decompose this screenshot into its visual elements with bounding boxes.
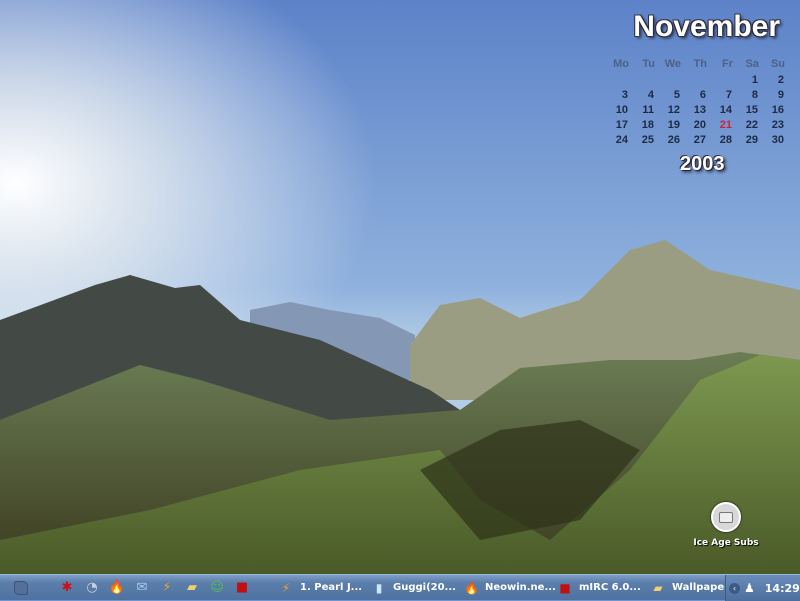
calendar-day: 20 (693, 118, 706, 131)
outlook-icon[interactable]: ✉ (132, 578, 152, 598)
calendar-day: 18 (641, 118, 654, 131)
taskbar-button-label: Guggi(20... (393, 582, 456, 593)
calendar-day (658, 72, 684, 87)
taskbar-button-label: 1. Pearl J... (300, 582, 363, 593)
calendar-day: 16 (771, 103, 784, 116)
calendar-day: 8 (751, 88, 758, 101)
chevron-left-icon[interactable]: ‹ (729, 582, 740, 594)
calendar-day: 4 (647, 88, 654, 101)
weekday-header: Th (693, 58, 707, 70)
msn-icon[interactable]: ☺ (207, 578, 227, 598)
weekday-header: Fr (722, 58, 733, 70)
calendar-week: 10 11 12 13 14 15 16 (606, 102, 788, 117)
calendar-day: 1 (751, 73, 758, 86)
weekday-header: Su (770, 58, 785, 70)
calendar-day: 28 (719, 133, 732, 146)
calendar-day: 12 (667, 103, 680, 116)
mirc-icon[interactable]: ■ (232, 578, 252, 598)
calendar-day (632, 72, 658, 87)
calendar-day: 10 (615, 103, 628, 116)
calendar-day: 27 (693, 133, 706, 146)
calendar-week: 12 (606, 72, 788, 87)
calendar-day: 29 (745, 133, 758, 146)
calendar-day (684, 72, 710, 87)
taskbar-button-label: Neowin.ne... (484, 582, 556, 593)
document-icon: ▮ (375, 580, 383, 595)
folder-icon: ▰ (653, 580, 663, 595)
taskbar-windows: ⚡ 1. Pearl J... ▮ Guggi(20... 🔥 Neowin.ne... ■… (270, 577, 740, 599)
calendar-day: 13 (693, 103, 706, 116)
taskbar-button-label: mIRC 6.0... (579, 582, 641, 593)
calendar-week: 17 18 19 20 21 22 23 (606, 117, 788, 132)
clock[interactable]: 14:29 (765, 582, 800, 595)
splat-icon[interactable]: ✱ (57, 578, 77, 598)
quick-launch: ✱ ◔ 🔥 ✉ ⚡ ▰ ☺ ■ (52, 578, 252, 598)
system-tray: ‹ ♟ 14:29 (725, 575, 800, 601)
calendar-widget: November Mo Tu We Th Fr Sa Su 1 2 3 4 5 6 7 8 9 10 11 12 1… (600, 0, 800, 190)
calendar-day: 24 (615, 133, 628, 146)
calendar-day (606, 72, 632, 87)
calendar-day: 26 (667, 133, 680, 146)
calendar-year: 2003 (680, 153, 725, 175)
calendar-day: 23 (771, 118, 784, 131)
network-user-icon[interactable]: ♟ (744, 581, 755, 595)
calendar-day: 30 (771, 133, 784, 146)
firefox-icon: 🔥 (464, 580, 479, 595)
calendar-day: 3 (621, 88, 628, 101)
calendar-day: 14 (719, 103, 732, 116)
calendar-day: 25 (641, 133, 654, 146)
calendar-week: 3 4 5 6 7 8 9 (606, 87, 788, 102)
weekday-header: We (664, 58, 681, 70)
calendar-day (710, 72, 736, 87)
taskbar-button-label: Wallpaper (672, 582, 730, 593)
calendar-day: 7 (725, 88, 732, 101)
firefox-icon[interactable]: 🔥 (107, 578, 127, 598)
calendar-week: 24 25 26 27 28 29 30 (606, 132, 788, 147)
calendar-day: 15 (745, 103, 758, 116)
calendar-day: 17 (615, 118, 628, 131)
calendar-day: 9 (777, 88, 784, 101)
start-button[interactable] (10, 577, 32, 599)
desktop-icon-ice-age-subs[interactable]: Ice Age Subs (688, 502, 764, 548)
winamp-icon[interactable]: ⚡ (157, 578, 177, 598)
taskbar-button[interactable]: ⚡ 1. Pearl J... (278, 577, 363, 599)
calendar-month: November (633, 10, 780, 43)
calendar-grid: Mo Tu We Th Fr Sa Su 1 2 3 4 5 6 7 8 9 10 11 12 13 14 15 16 17… (606, 56, 788, 147)
calendar-today: 21 (719, 118, 732, 131)
folder-icon[interactable]: ▰ (182, 578, 202, 598)
calendar-day: 11 (642, 103, 654, 116)
mirc-icon: ■ (559, 580, 571, 595)
calendar-day: 5 (673, 88, 680, 101)
weekday-header: Mo (613, 58, 629, 70)
calendar-day: 2 (777, 73, 784, 86)
weekday-header: Sa (745, 58, 759, 70)
start-icon (14, 580, 28, 595)
desktop-icon-label: Ice Age Subs (693, 538, 759, 548)
folder-icon (711, 502, 741, 532)
weekday-header: Tu (642, 58, 655, 70)
mouse-icon[interactable]: ◔ (82, 578, 102, 598)
calendar-day: 19 (667, 118, 680, 131)
calendar-day: 6 (699, 88, 706, 101)
taskbar-button[interactable]: 🔥 Neowin.ne... (464, 577, 556, 599)
winamp-icon: ⚡ (281, 580, 291, 595)
calendar-day: 22 (745, 118, 758, 131)
taskbar: ✱ ◔ 🔥 ✉ ⚡ ▰ ☺ ■ ⚡ 1. Pearl J... ▮ Guggi(20... 🔥 Neow… (0, 574, 800, 601)
taskbar-button[interactable]: ▮ Guggi(20... (371, 577, 456, 599)
taskbar-button[interactable]: ■ mIRC 6.0... (557, 577, 642, 599)
